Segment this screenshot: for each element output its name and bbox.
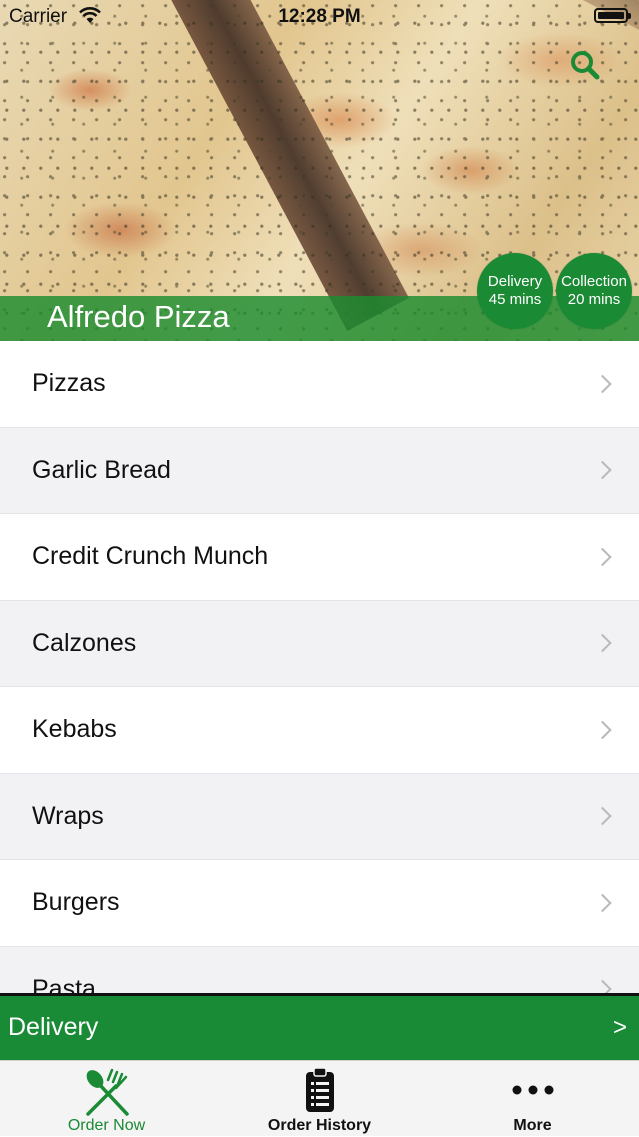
category-label: Calzones — [32, 628, 137, 657]
category-row-burgers[interactable]: Burgers — [0, 860, 639, 947]
category-label: Kebabs — [32, 715, 117, 744]
chevron-right-icon — [593, 547, 612, 566]
collection-badge-time: 20 mins — [567, 291, 621, 308]
category-label: Wraps — [32, 801, 104, 830]
delivery-badge-time: 45 mins — [488, 291, 542, 308]
chevron-right-icon — [593, 374, 612, 393]
more-dots-icon — [512, 1085, 553, 1095]
fork-knife-icon — [85, 1068, 129, 1116]
category-row-wraps[interactable]: Wraps — [0, 773, 639, 860]
category-label: Credit Crunch Munch — [32, 542, 269, 571]
delivery-badge-label: Delivery — [487, 273, 543, 290]
category-label: Garlic Bread — [32, 455, 171, 484]
chevron-right-icon — [593, 634, 612, 653]
tab-order-history[interactable]: Order History — [213, 1061, 426, 1137]
collection-time-badge: Collection 20 mins — [556, 253, 632, 329]
delivery-time-badge: Delivery 45 mins — [477, 253, 553, 329]
category-row-pasta[interactable]: Pasta — [0, 946, 639, 993]
category-label: Burgers — [32, 888, 120, 917]
battery-icon — [594, 8, 631, 23]
category-row-kebabs[interactable]: Kebabs — [0, 687, 639, 774]
category-row-pizzas[interactable]: Pizzas — [0, 341, 639, 428]
clock: 12:28 PM — [278, 6, 361, 27]
status-bar: Carrier 12:28 PM — [0, 0, 639, 34]
chevron-right-icon — [593, 893, 612, 912]
category-label: Pasta — [32, 974, 96, 993]
delivery-mode-label: Delivery — [8, 1013, 99, 1041]
tab-order-now[interactable]: Order Now — [0, 1061, 213, 1137]
clipboard-list-icon — [305, 1067, 334, 1112]
tab-label: More — [513, 1117, 552, 1134]
menu-category-list[interactable]: Pizzas Garlic Bread Credit Crunch Munch … — [0, 341, 639, 993]
category-row-calzones[interactable]: Calzones — [0, 600, 639, 687]
tab-bar: Order Now Order History More — [0, 1060, 639, 1136]
chevron-right-icon: > — [612, 1014, 627, 1041]
chevron-right-icon — [593, 720, 612, 739]
store-name: Alfredo Pizza — [47, 299, 230, 334]
collection-badge-label: Collection — [561, 273, 627, 290]
chevron-right-icon — [593, 807, 612, 826]
category-row-credit-crunch-munch[interactable]: Credit Crunch Munch — [0, 514, 639, 601]
category-row-garlic-bread[interactable]: Garlic Bread — [0, 427, 639, 514]
tab-label: Order Now — [67, 1117, 146, 1134]
search-icon[interactable] — [567, 48, 603, 84]
chevron-right-icon — [593, 980, 612, 993]
category-label: Pizzas — [32, 369, 106, 398]
tab-label: Order History — [267, 1117, 372, 1134]
tab-more[interactable]: More — [426, 1061, 639, 1137]
chevron-right-icon — [593, 461, 612, 480]
delivery-mode-bar[interactable]: Delivery > — [0, 993, 639, 1060]
